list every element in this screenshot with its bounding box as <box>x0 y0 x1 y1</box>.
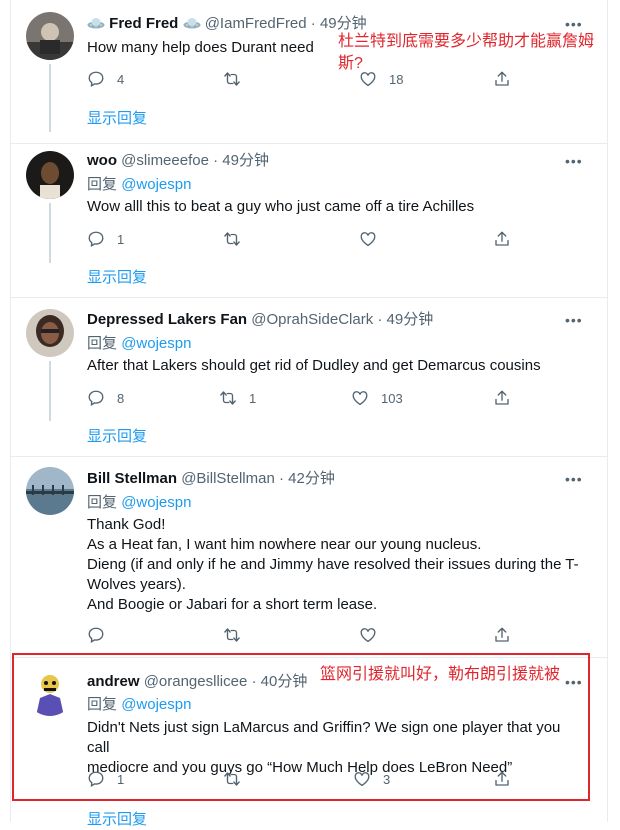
thread-line <box>49 361 51 421</box>
divider <box>10 456 607 457</box>
mention-link[interactable]: @wojespn <box>121 494 191 511</box>
retweet-icon <box>224 232 240 246</box>
display-name[interactable]: Fred Fred <box>109 15 178 32</box>
tweet-line: And Boogie or Jabari for a short term le… <box>87 596 378 613</box>
replying-to: 回复 @wojespn <box>87 493 191 513</box>
thread-line <box>49 203 51 263</box>
tweet-actions <box>87 624 527 648</box>
heart-icon <box>360 232 376 247</box>
timestamp[interactable]: · 42分钟 <box>279 470 335 487</box>
mention-link[interactable]: @wojespn <box>121 176 191 193</box>
more-options-icon[interactable]: ••• <box>565 313 583 327</box>
timestamp[interactable]: · 49分钟 <box>311 15 367 32</box>
display-name[interactable]: Bill Stellman <box>87 470 177 487</box>
annotation-note-1: 杜兰特到底需要多少帮助才能赢詹姆 斯? <box>338 31 594 75</box>
reply-label: 回复 <box>87 176 118 193</box>
tweet-line: Dieng (if and only if he and Jimmy have … <box>87 556 579 573</box>
like-count: 103 <box>381 390 403 406</box>
reply-icon <box>88 231 104 247</box>
tweet-line: Thank God! <box>87 516 166 533</box>
tweet-text: After that Lakers should get rid of Dudl… <box>87 357 541 374</box>
tweet-header: Fred Fred @IamFredFred · 49分钟 <box>87 14 367 34</box>
show-replies-link[interactable]: 显示回复 <box>87 810 147 830</box>
retweet-button[interactable] <box>223 68 241 90</box>
tweet-line: As a Heat fan, I want him nowhere near o… <box>87 536 482 553</box>
tweet-actions: 8 1 103 <box>87 387 527 411</box>
user-handle[interactable]: @BillStellman <box>181 470 275 487</box>
retweet-button[interactable] <box>223 228 241 250</box>
ufo-emoji-icon <box>87 16 105 30</box>
timestamp[interactable]: · 49分钟 <box>213 152 269 169</box>
retweet-count: 1 <box>249 390 257 406</box>
avatar[interactable] <box>26 309 74 357</box>
share-button[interactable] <box>493 387 511 409</box>
show-replies-link[interactable]: 显示回复 <box>87 109 147 129</box>
annotation-line: 斯? <box>338 55 363 72</box>
avatar[interactable] <box>26 467 74 515</box>
mention-link[interactable]: @wojespn <box>121 335 191 352</box>
tweet-header: Depressed Lakers Fan @OprahSideClark · 4… <box>87 310 433 330</box>
annotation-note-2: 篮网引援就叫好，勒布朗引援就被 <box>320 666 561 683</box>
share-button[interactable] <box>493 624 511 646</box>
ufo-emoji-icon <box>183 16 201 30</box>
share-icon <box>495 231 509 246</box>
share-icon <box>495 627 509 642</box>
reply-icon <box>88 627 104 643</box>
timestamp[interactable]: · 49分钟 <box>377 311 433 328</box>
reply-count: 1 <box>117 231 125 247</box>
replying-to: 回复 @wojespn <box>87 175 191 195</box>
heart-icon <box>352 391 368 406</box>
heart-icon <box>360 628 376 643</box>
display-name[interactable]: Depressed Lakers Fan <box>87 311 247 328</box>
more-options-icon[interactable]: ••• <box>565 17 583 31</box>
tweet-text: How many help does Durant need <box>87 39 314 56</box>
reply-count: 8 <box>117 390 125 406</box>
reply-icon <box>88 390 104 406</box>
more-options-icon[interactable]: ••• <box>565 154 583 168</box>
retweet-icon <box>224 628 240 642</box>
retweet-button[interactable]: 1 <box>219 387 256 409</box>
avatar[interactable] <box>26 151 74 199</box>
reply-label: 回复 <box>87 494 118 511</box>
share-icon <box>495 390 509 405</box>
tweet-line: Wolves years). <box>87 576 186 593</box>
reply-button[interactable] <box>87 624 105 646</box>
more-options-icon[interactable]: ••• <box>565 472 583 486</box>
tweet-actions: 1 <box>87 228 527 252</box>
like-button[interactable] <box>359 624 377 646</box>
timeline-border-right <box>607 0 608 822</box>
user-handle[interactable]: @IamFredFred <box>205 15 307 32</box>
avatar[interactable] <box>26 12 74 60</box>
divider <box>10 143 607 144</box>
reply-button[interactable]: 8 <box>87 387 124 409</box>
reply-icon <box>88 71 104 87</box>
show-replies-link[interactable]: 显示回复 <box>87 268 147 288</box>
timeline-border-left <box>10 0 11 822</box>
user-handle[interactable]: @slimeeefoe <box>121 152 209 169</box>
replying-to: 回复 @wojespn <box>87 334 191 354</box>
user-handle[interactable]: @OprahSideClark <box>251 311 373 328</box>
divider <box>10 297 607 298</box>
tweet-text: Wow alll this to beat a guy who just cam… <box>87 198 475 215</box>
like-button[interactable] <box>359 228 377 250</box>
tweet-header: Bill Stellman @BillStellman · 42分钟 <box>87 469 335 489</box>
show-replies-link[interactable]: 显示回复 <box>87 427 147 447</box>
retweet-icon <box>224 72 240 86</box>
like-button[interactable]: 103 <box>351 387 403 409</box>
tweet-header: woo @slimeeefoe · 49分钟 <box>87 151 269 171</box>
reply-button[interactable]: 4 <box>87 68 124 90</box>
retweet-icon <box>220 391 236 405</box>
retweet-button[interactable] <box>223 624 241 646</box>
share-button[interactable] <box>493 228 511 250</box>
reply-button[interactable]: 1 <box>87 228 124 250</box>
tweet-text: Thank God! As a Heat fan, I want him now… <box>87 515 597 615</box>
annotation-line: 杜兰特到底需要多少帮助才能赢詹姆 <box>338 33 595 50</box>
display-name[interactable]: woo <box>87 152 117 169</box>
reply-count: 4 <box>117 71 125 87</box>
reply-label: 回复 <box>87 335 118 352</box>
thread-line <box>49 64 51 132</box>
